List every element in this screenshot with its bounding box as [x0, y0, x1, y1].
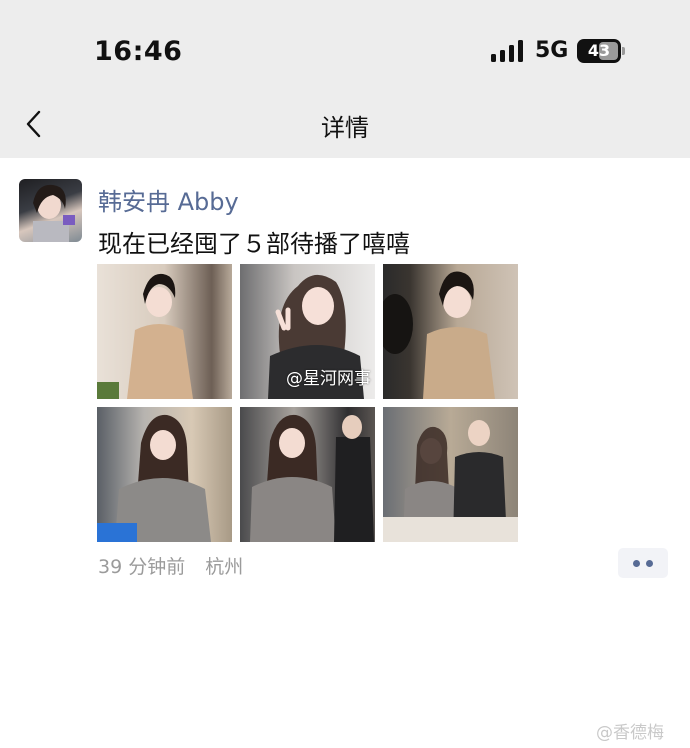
nav-bar: 详情	[0, 100, 690, 158]
avatar[interactable]	[19, 179, 82, 242]
dot-icon	[633, 560, 640, 567]
watermark-center: @星河网事	[286, 369, 371, 389]
more-actions-button[interactable]	[618, 548, 668, 578]
dot-icon	[646, 560, 653, 567]
status-time: 16:46	[94, 36, 183, 67]
photo-thumbnail[interactable]	[97, 264, 232, 399]
post-location[interactable]: 杭州	[205, 556, 243, 578]
page-title: 详情	[321, 114, 369, 142]
battery-level: 43	[587, 41, 611, 60]
cellular-signal-icon	[491, 40, 525, 62]
post-text: 现在已经囤了５部待播了嘻嘻	[98, 230, 410, 258]
status-bar: 16:46 5G 43	[0, 0, 690, 100]
header-area: 16:46 5G 43 详情	[0, 0, 690, 158]
photo-thumbnail[interactable]	[383, 264, 518, 399]
battery-tip	[622, 47, 625, 55]
photo-thumbnail[interactable]	[383, 407, 518, 542]
photo-thumbnail[interactable]	[240, 407, 375, 542]
photo-thumbnail[interactable]	[97, 407, 232, 542]
post-meta: 39 分钟前 杭州	[98, 552, 257, 579]
network-type: 5G	[535, 38, 569, 63]
post-time: 39 分钟前	[98, 556, 186, 578]
author-name[interactable]: 韩安冉 Abby	[98, 182, 239, 217]
watermark-corner: @香德梅	[596, 723, 664, 743]
battery-icon: 43	[577, 39, 621, 63]
